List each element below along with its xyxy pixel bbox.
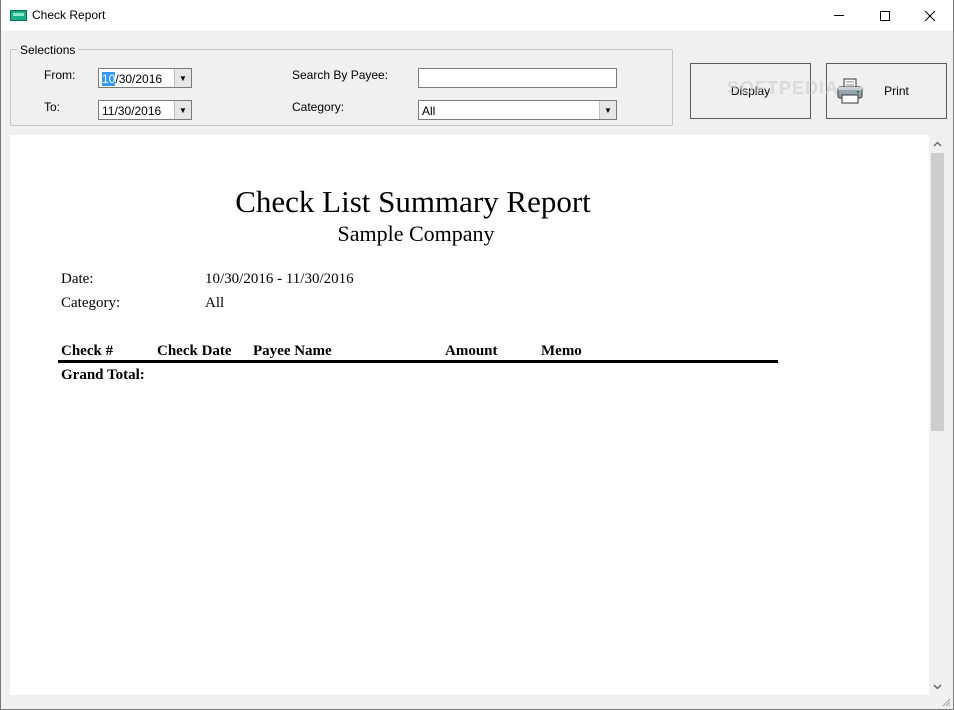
column-header-check-number: Check #: [61, 343, 114, 359]
title-bar[interactable]: Check Report: [1, 0, 953, 31]
chevron-down-icon[interactable]: ▼: [599, 101, 616, 119]
minimize-icon: [834, 15, 844, 16]
payee-search-input[interactable]: [418, 68, 617, 88]
from-date-picker[interactable]: 10/30/2016 ▼: [98, 68, 192, 88]
selections-legend: Selections: [17, 43, 79, 57]
from-date-selected-part: 10: [102, 72, 116, 86]
print-button-label: Print: [884, 84, 909, 98]
print-button[interactable]: Print: [826, 63, 947, 119]
printer-icon: [837, 78, 863, 104]
resize-grip-icon[interactable]: [941, 697, 951, 707]
report-date-value: 10/30/2016 - 11/30/2016: [205, 271, 354, 287]
chevron-down-icon[interactable]: ▼: [174, 69, 191, 87]
category-label: Category:: [292, 100, 345, 114]
scroll-up-icon[interactable]: [929, 135, 946, 152]
display-button[interactable]: Display: [690, 63, 811, 119]
from-label: From:: [44, 68, 76, 82]
check-report-window: Check Report Selections From: 10/30/2016…: [0, 0, 954, 710]
from-date-rest: /30/2016: [115, 72, 163, 86]
report-category-value: All: [205, 295, 225, 311]
header-divider: [58, 360, 778, 363]
payee-label: Search By Payee:: [292, 68, 389, 82]
scroll-thumb[interactable]: [931, 153, 944, 431]
report-date-label: Date:: [61, 271, 94, 287]
chevron-down-icon[interactable]: ▼: [174, 101, 191, 119]
close-icon: [924, 10, 936, 21]
scroll-down-icon[interactable]: [929, 678, 946, 695]
display-button-label: Display: [730, 84, 771, 98]
app-icon: [10, 10, 27, 21]
maximize-icon: [880, 10, 890, 21]
to-date-value: 11/30/2016: [102, 104, 162, 118]
minimize-button[interactable]: [816, 0, 862, 31]
window-title: Check Report: [32, 8, 106, 22]
report-category-label: Category:: [61, 295, 121, 311]
from-date-value: 10/30/2016: [102, 72, 162, 86]
to-date-picker[interactable]: 11/30/2016 ▼: [98, 100, 192, 120]
report-company: Sample Company: [337, 221, 495, 246]
report-title: Check List Summary Report: [235, 184, 591, 219]
category-select[interactable]: All ▼: [418, 100, 617, 120]
maximize-button[interactable]: [862, 0, 908, 31]
column-header-memo: Memo: [541, 343, 582, 359]
column-header-payee-name: Payee Name: [253, 343, 332, 359]
column-header-check-date: Check Date: [157, 343, 232, 359]
grand-total-label: Grand Total:: [61, 367, 145, 383]
column-header-amount: Amount: [445, 343, 498, 359]
close-button[interactable]: [907, 0, 953, 31]
vertical-scrollbar[interactable]: [929, 135, 946, 695]
to-label: To:: [44, 100, 61, 114]
category-value: All: [422, 104, 436, 118]
